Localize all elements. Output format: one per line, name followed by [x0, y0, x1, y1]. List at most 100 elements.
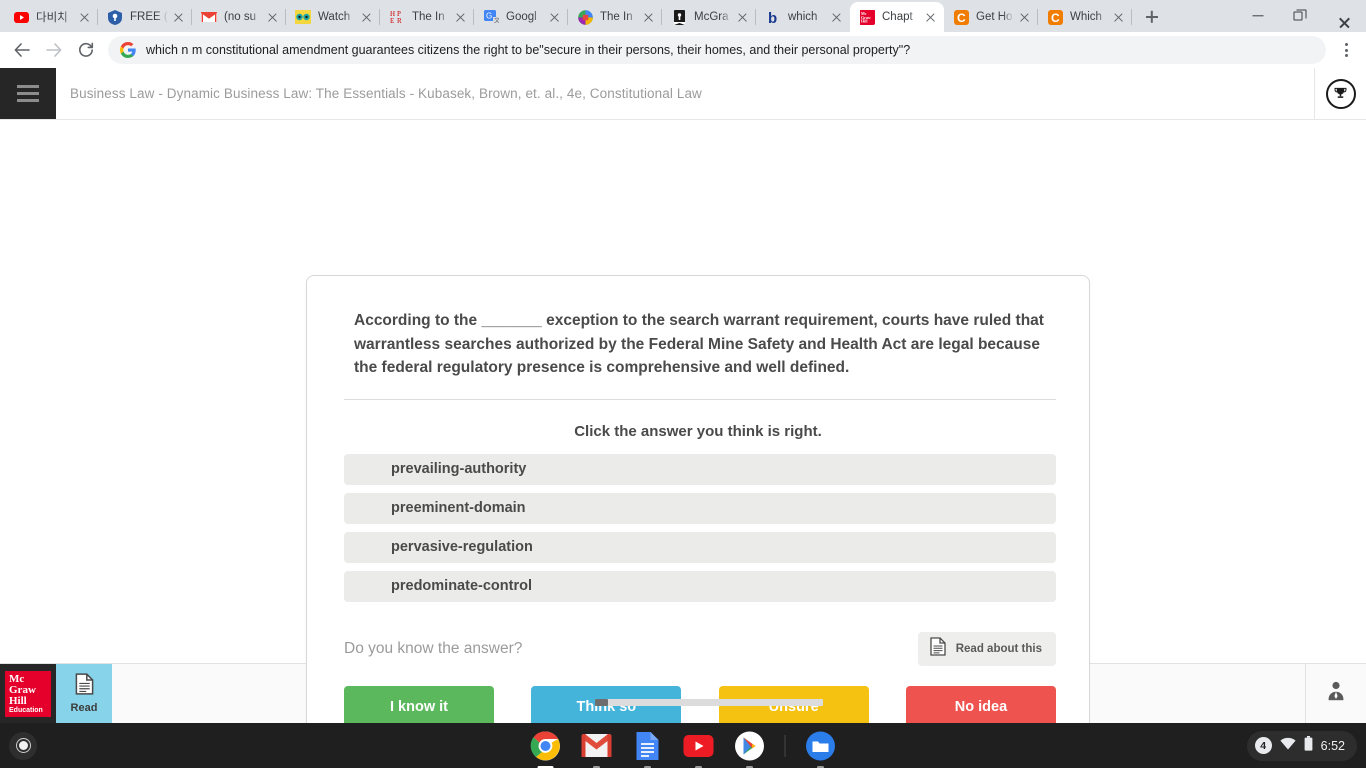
trophy-button[interactable]: [1314, 68, 1366, 119]
answer-option[interactable]: predominate-control: [344, 570, 1056, 602]
browser-tab[interactable]: FREE (: [98, 2, 192, 32]
tab-title: Watch: [318, 11, 351, 23]
hp-icon: HPER: [389, 9, 405, 25]
know-answer-label: Do you know the answer?: [344, 639, 523, 657]
google-g-icon: [120, 42, 136, 58]
mcgrawhill-logo: Mc Graw Hill Education: [0, 664, 56, 723]
profile-button[interactable]: [1306, 664, 1366, 723]
chrome-icon[interactable]: [530, 730, 562, 768]
colorwheel-icon: [577, 9, 593, 25]
close-icon[interactable]: [1016, 9, 1032, 25]
progress-bar-fill: [594, 698, 609, 706]
close-icon[interactable]: [640, 9, 656, 25]
browser-tab[interactable]: b which: [756, 2, 850, 32]
confidence-row: Do you know the answer? Read about this: [344, 631, 1056, 666]
back-arrow-icon[interactable]: [6, 34, 38, 66]
page-content: Business Law - Dynamic Business Law: The…: [0, 68, 1366, 750]
svg-text:文: 文: [494, 17, 499, 25]
tab-title: Get Ho: [976, 11, 1013, 23]
answer-option[interactable]: pervasive-regulation: [344, 531, 1056, 563]
svg-text:E: E: [390, 17, 394, 24]
browser-tab[interactable]: (no su: [192, 2, 286, 32]
close-icon[interactable]: [76, 9, 92, 25]
window-controls: [1238, 0, 1366, 32]
kebab-menu-icon[interactable]: [1332, 34, 1360, 66]
close-icon[interactable]: [170, 9, 186, 25]
bing-icon: b: [765, 9, 781, 25]
docs-icon[interactable]: [632, 730, 664, 768]
browser-tab[interactable]: McGra: [662, 2, 756, 32]
tab-title: FREE (: [130, 11, 168, 23]
trophy-icon: [1325, 78, 1356, 109]
app-header: Business Law - Dynamic Business Law: The…: [0, 68, 1366, 120]
answer-option[interactable]: prevailing-authority: [344, 453, 1056, 485]
chegg-icon: C: [953, 9, 969, 25]
minimize-icon[interactable]: [1238, 1, 1278, 31]
files-icon[interactable]: [805, 730, 837, 768]
tab-title: The In: [600, 11, 633, 23]
youtube-icon[interactable]: [683, 730, 715, 768]
browser-tab[interactable]: HPER The In: [380, 2, 474, 32]
close-icon[interactable]: [1318, 1, 1358, 31]
close-icon[interactable]: [358, 9, 374, 25]
tab-title: Which: [1070, 11, 1102, 23]
browser-tab[interactable]: The In: [568, 2, 662, 32]
reload-icon[interactable]: [70, 34, 102, 66]
system-tray[interactable]: 4 6:52: [1246, 730, 1357, 761]
tab-title: 다비치: [36, 12, 68, 24]
close-icon[interactable]: [264, 9, 280, 25]
shelf-divider: [784, 734, 786, 757]
browser-tab[interactable]: C Get Ho: [944, 2, 1038, 32]
close-icon[interactable]: [922, 9, 938, 25]
logo-line-4: Education: [9, 707, 43, 715]
mcgrawhill-icon: Mc Graw Hill: [859, 9, 875, 25]
youtube-icon: [13, 9, 29, 25]
person-icon: [1324, 679, 1348, 708]
document-icon: [930, 636, 946, 661]
new-tab-button[interactable]: [1138, 3, 1166, 31]
address-bar[interactable]: which n m constitutional amendment guara…: [108, 36, 1326, 64]
shelf-apps: [530, 730, 837, 768]
chromeos-shelf: 4 6:52: [0, 723, 1366, 768]
svg-text:b: b: [768, 10, 777, 25]
document-icon: [75, 673, 94, 700]
close-icon[interactable]: [1110, 9, 1126, 25]
read-tab-button[interactable]: Read: [56, 664, 112, 723]
browser-tab[interactable]: 다비치: [4, 2, 98, 32]
answer-option[interactable]: preeminent-domain: [344, 492, 1056, 524]
svg-text:R: R: [397, 17, 402, 24]
launcher-icon[interactable]: [9, 731, 37, 760]
browser-tab-active[interactable]: Mc Graw Hill Chapt: [850, 2, 944, 32]
chegg-icon: C: [1047, 9, 1063, 25]
content-area: According to the _______ exception to th…: [0, 120, 1366, 750]
browser-tab[interactable]: G文 Googl: [474, 2, 568, 32]
hamburger-menu-icon[interactable]: [0, 68, 56, 119]
close-icon[interactable]: [828, 9, 844, 25]
logo-line-3: Hill: [9, 695, 27, 708]
tab-title: The In: [412, 11, 445, 23]
play-store-icon[interactable]: [734, 730, 766, 768]
close-icon[interactable]: [452, 9, 468, 25]
read-about-this-button[interactable]: Read about this: [917, 631, 1056, 666]
wifi-icon: [1280, 737, 1296, 755]
tab-title: McGra: [694, 11, 729, 23]
browser-tab[interactable]: C Which: [1038, 2, 1132, 32]
tab-strip: 다비치 FREE ( (no su Watch HP E R The In G …: [0, 0, 1366, 32]
close-icon[interactable]: [734, 9, 750, 25]
read-about-this-label: Read about this: [955, 642, 1042, 655]
close-icon[interactable]: [546, 9, 562, 25]
browser-toolbar: which n m constitutional amendment guara…: [0, 32, 1366, 68]
answer-prompt: Click the answer you think is right.: [574, 422, 822, 440]
gmail-icon[interactable]: [581, 730, 613, 768]
battery-icon: [1304, 735, 1313, 756]
svg-text:C: C: [957, 11, 966, 25]
svg-text:Hill: Hill: [861, 18, 868, 23]
browser-window: 다비치 FREE ( (no su Watch HP E R The In G …: [0, 0, 1366, 750]
answer-options: prevailing-authority preeminent-domain p…: [344, 453, 1056, 602]
forward-arrow-icon[interactable]: [38, 34, 70, 66]
svg-text:G: G: [486, 12, 492, 21]
restore-icon[interactable]: [1278, 1, 1318, 31]
tab-title: Googl: [506, 11, 537, 23]
browser-tab[interactable]: Watch: [286, 2, 380, 32]
divider: [344, 398, 1056, 400]
